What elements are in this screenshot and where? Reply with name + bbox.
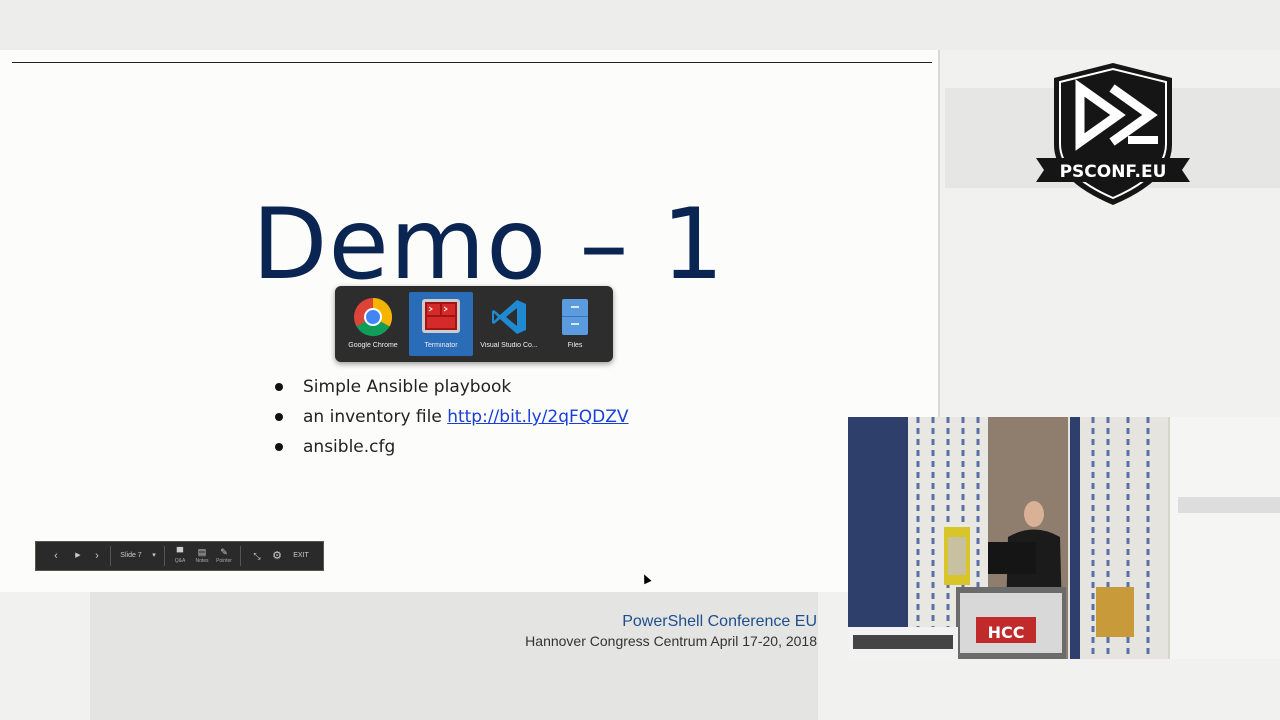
slide-bullet-list: Simple Ansible playbook an inventory fil… — [272, 372, 629, 462]
bullet-item: ansible.cfg — [272, 432, 629, 462]
pointer-label: Pointer — [216, 558, 232, 564]
bullet-item: Simple Ansible playbook — [272, 372, 629, 402]
gear-icon[interactable]: ⚙ — [270, 542, 284, 570]
podium-sign: HCC — [988, 623, 1025, 642]
qa-label: Q&A — [174, 558, 186, 564]
bullet-text: ansible.cfg — [303, 437, 396, 457]
inventory-link[interactable]: http://bit.ly/2qFQDZV — [447, 407, 628, 427]
background-stripe — [90, 592, 818, 720]
bullet-dot — [275, 443, 283, 451]
toolbar-divider — [110, 546, 111, 566]
pointer-button[interactable]: ✎ Pointer — [215, 547, 233, 567]
app-chrome[interactable]: Google Chrome — [341, 292, 405, 356]
speaker-camera-feed: HCC — [848, 417, 1280, 659]
toolbar-divider — [240, 546, 241, 566]
app-label: Files — [567, 342, 583, 349]
toolbar-divider — [164, 546, 165, 566]
notes-icon: ▤ — [197, 547, 207, 557]
bullet-dot — [275, 413, 283, 421]
exit-button[interactable]: EXIT — [290, 542, 312, 570]
conference-name: PowerShell Conference EU — [622, 613, 817, 630]
bullet-item: an inventory file http://bit.ly/2qFQDZV — [272, 402, 629, 432]
vscode-icon — [492, 300, 526, 334]
files-icon — [562, 299, 588, 335]
pointer-icon: ✎ — [220, 547, 228, 557]
terminator-icon — [422, 299, 460, 333]
slide-selector[interactable]: Slide 7 — [116, 542, 146, 570]
app-terminator[interactable]: Terminator — [409, 292, 473, 356]
background-stripe — [0, 0, 1280, 50]
bullet-dot — [275, 383, 283, 391]
slide-title: Demo – 1 — [252, 188, 725, 302]
psconf-logo: PSCONF.EU — [1036, 63, 1190, 205]
notes-button[interactable]: ▤ Notes — [193, 547, 211, 567]
app-switcher: Google Chrome Terminator Visual Studio C… — [335, 286, 613, 362]
app-label: Visual Studio Co... — [480, 342, 538, 349]
app-label: Google Chrome — [348, 342, 398, 349]
chevron-down-icon[interactable]: ▾ — [148, 542, 160, 570]
presenter-toolbar: ‹ ▶ › Slide 7 ▾ ▀ Q&A ▤ Notes ✎ Pointer … — [35, 541, 324, 571]
logo-text: PSCONF.EU — [1060, 162, 1167, 182]
previous-slide-button[interactable]: ‹ — [48, 542, 64, 570]
qa-button[interactable]: ▀ Q&A — [171, 547, 189, 567]
app-files[interactable]: Files — [543, 292, 607, 356]
bullet-text: an inventory file — [303, 407, 448, 427]
slide-top-rule — [12, 62, 932, 63]
bullet-text: Simple Ansible playbook — [303, 377, 512, 397]
play-button[interactable]: ▶ — [70, 542, 86, 570]
conference-venue: Hannover Congress Centrum April 17-20, 2… — [525, 633, 817, 649]
qa-icon: ▀ — [176, 547, 184, 557]
notes-label: Notes — [195, 558, 209, 564]
next-slide-button[interactable]: › — [89, 542, 105, 570]
chrome-icon — [354, 297, 393, 337]
app-label: Terminator — [424, 342, 458, 349]
exit-fullscreen-icon[interactable]: ⤡ — [250, 542, 264, 570]
app-vscode[interactable]: Visual Studio Co... — [477, 292, 541, 356]
